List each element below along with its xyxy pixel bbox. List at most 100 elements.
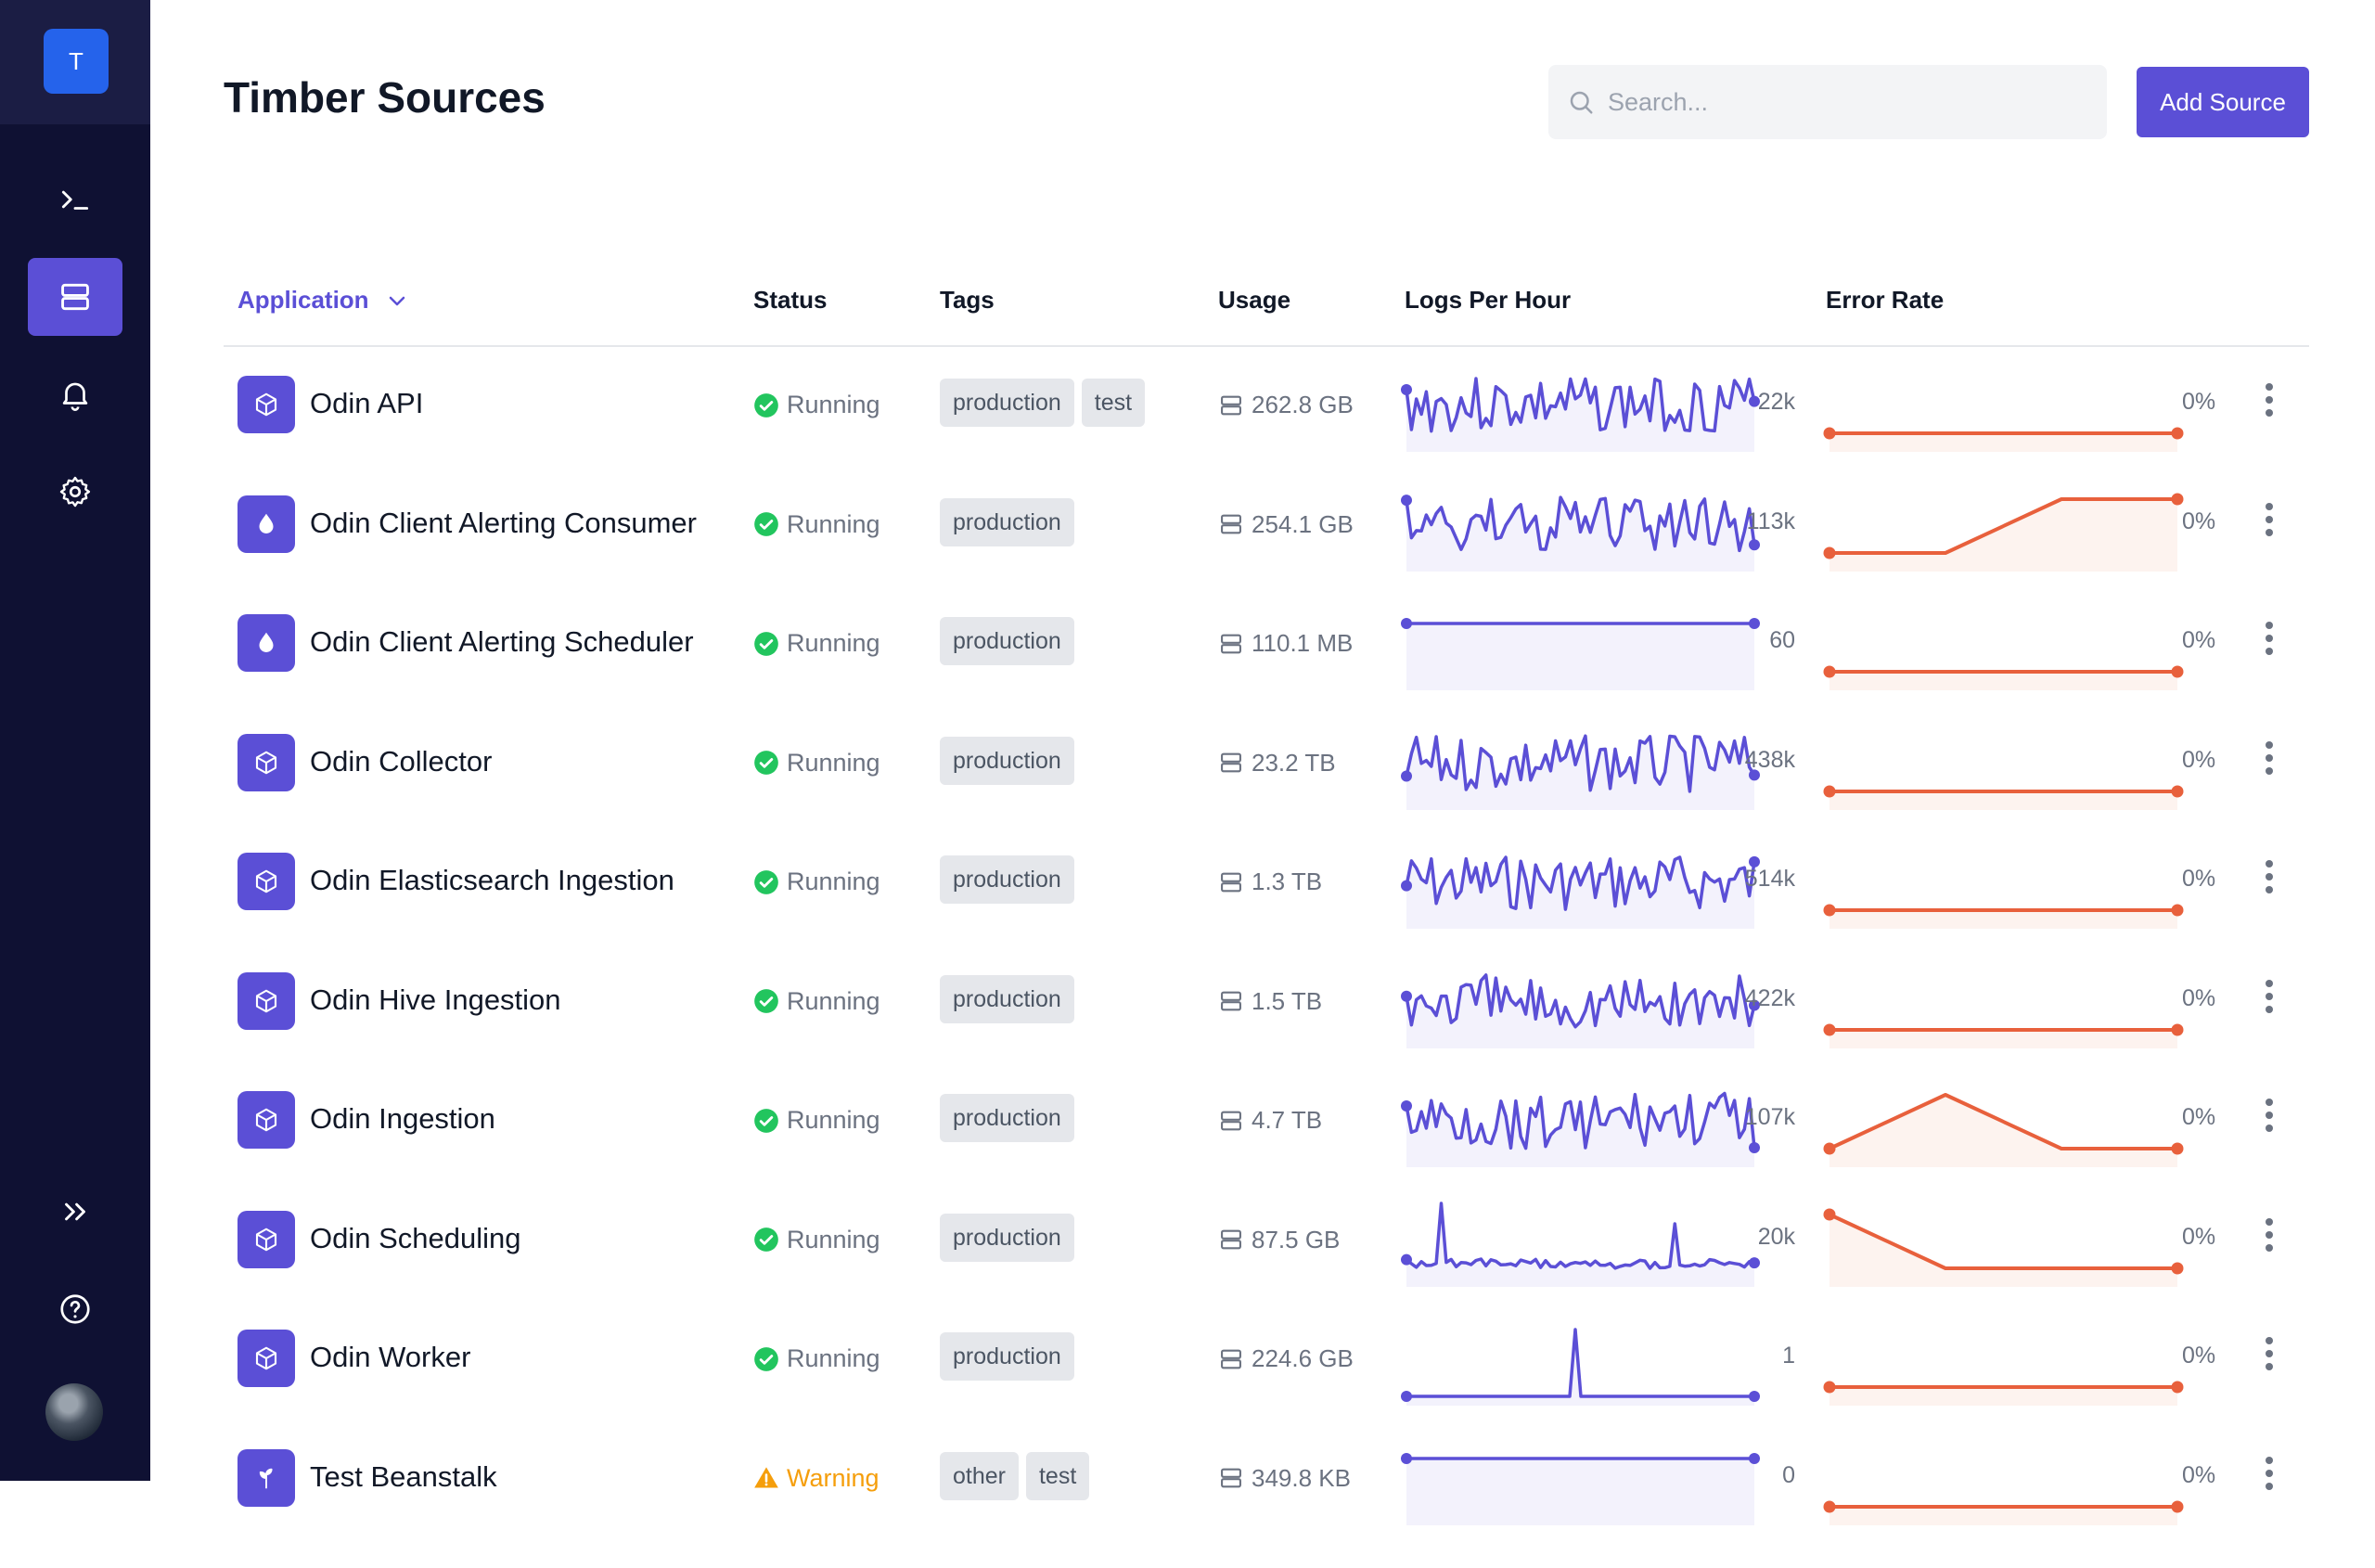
application-name[interactable]: Odin API — [310, 387, 423, 420]
error-rate-start-point — [1823, 1381, 1836, 1394]
server-icon — [61, 283, 89, 311]
application-name[interactable]: Odin Scheduling — [310, 1222, 521, 1255]
row-menu-button[interactable] — [2253, 492, 2286, 547]
application-name[interactable]: Odin Worker — [310, 1341, 470, 1374]
box-icon — [255, 989, 277, 1012]
status-indicator: Running — [753, 1344, 880, 1373]
usage-text: 224.6 GB — [1252, 1344, 1354, 1372]
kebab-dot — [2266, 1469, 2273, 1477]
usage-value: 262.8 GB — [1218, 391, 1354, 419]
kebab-dot — [2266, 1350, 2273, 1357]
row-menu-button[interactable] — [2253, 1326, 2286, 1382]
error-rate-chart — [1823, 493, 2184, 572]
check-circle-icon — [754, 512, 778, 536]
app-icon — [238, 1448, 295, 1507]
error-rate-end-point — [2171, 1500, 2184, 1512]
warning-icon — [754, 1467, 778, 1488]
table-row[interactable]: Test Beanstalk Warning other test 349.8 K… — [0, 1446, 2375, 1568]
usage-text: 110.1 MB — [1252, 629, 1354, 657]
storage-icon — [1221, 872, 1241, 892]
application-name[interactable]: Test Beanstalk — [310, 1460, 497, 1494]
search-input[interactable] — [1606, 86, 2092, 118]
application-name[interactable]: Odin Collector — [310, 745, 492, 778]
tag-badge[interactable]: production — [940, 379, 1074, 427]
tag-badge[interactable]: production — [940, 736, 1074, 785]
error-rate-end-point — [2171, 1262, 2184, 1274]
status-text: Running — [787, 1225, 880, 1253]
status-text: Running — [787, 1344, 880, 1372]
error-rate-chart — [1823, 1023, 2184, 1048]
app-icon — [238, 733, 295, 791]
status-indicator: Running — [753, 749, 880, 778]
application-name[interactable]: Odin Client Alerting Consumer — [310, 507, 697, 540]
usage-text: 4.7 TB — [1252, 1106, 1323, 1134]
sidebar-item-terminal[interactable] — [28, 161, 122, 238]
sparkline-start-point — [1401, 1452, 1412, 1464]
row-menu-button[interactable] — [2253, 730, 2286, 786]
tag-badge[interactable]: production — [940, 1332, 1074, 1381]
workspace-badge[interactable]: T — [44, 29, 109, 94]
error-rate-start-point — [1823, 1142, 1836, 1155]
tag-badge[interactable]: production — [940, 974, 1074, 1023]
usage-text: 87.5 GB — [1252, 1225, 1341, 1253]
tag-badge[interactable]: production — [940, 855, 1074, 904]
error-rate-value: 0% — [2182, 627, 2216, 653]
beanstalk-icon — [259, 1468, 273, 1488]
storage-icon — [1221, 514, 1241, 534]
usage-text: 254.1 GB — [1252, 509, 1354, 538]
status-text: Running — [787, 986, 880, 1015]
kebab-dot — [2266, 860, 2273, 868]
storage-icon — [1221, 1229, 1241, 1250]
usage-value: 4.7 TB — [1218, 1106, 1322, 1135]
sparkline-start-point — [1401, 880, 1412, 892]
tag-badge[interactable]: production — [940, 1094, 1074, 1142]
column-header-error-rate: Error Rate — [1826, 286, 1945, 314]
table-header-divider — [224, 345, 2309, 347]
status-text: Warning — [787, 1463, 879, 1492]
error-rate-end-point — [2171, 493, 2184, 505]
terminal-icon — [61, 190, 89, 210]
add-source-button[interactable]: Add Source — [2137, 67, 2309, 137]
status-text: Running — [787, 629, 880, 657]
tag-badge[interactable]: test — [1025, 1451, 1090, 1500]
row-menu-button[interactable] — [2253, 969, 2286, 1024]
row-menu-button[interactable] — [2253, 849, 2286, 905]
row-menu-button[interactable] — [2253, 1087, 2286, 1143]
tag-list: other test — [940, 1451, 1090, 1500]
row-menu-button[interactable] — [2253, 610, 2286, 666]
error-rate-value: 0% — [2182, 1343, 2216, 1369]
usage-text: 1.5 TB — [1252, 986, 1323, 1015]
logs-per-hour-value: 113k — [1746, 508, 1795, 534]
error-rate-value: 0% — [2182, 746, 2216, 773]
error-rate-end-point — [2171, 1142, 2184, 1155]
search-bar[interactable] — [1548, 65, 2107, 139]
tag-badge[interactable]: production — [940, 617, 1074, 665]
check-circle-icon — [754, 392, 778, 418]
application-name[interactable]: Odin Ingestion — [310, 1102, 495, 1136]
logs-per-hour-value: 422k — [1744, 984, 1795, 1011]
tag-badge[interactable]: other — [940, 1451, 1019, 1500]
application-name[interactable]: Odin Hive Ingestion — [310, 983, 561, 1017]
application-name[interactable]: Odin Elasticsearch Ingestion — [310, 864, 674, 897]
storage-icon — [1221, 1111, 1241, 1130]
sidebar-item-sources[interactable] — [28, 258, 122, 336]
column-header-status: Status — [753, 286, 828, 314]
status-text: Running — [787, 1106, 880, 1134]
tag-badge[interactable]: test — [1081, 379, 1146, 427]
kebab-dot — [2266, 1005, 2273, 1013]
application-name[interactable]: Odin Client Alerting Scheduler — [310, 625, 694, 659]
row-menu-button[interactable] — [2253, 1207, 2286, 1263]
column-header-application[interactable]: Application — [238, 286, 408, 315]
logs-per-hour-value: 438k — [1744, 746, 1795, 773]
usage-value: 87.5 GB — [1218, 1226, 1340, 1254]
error-rate-area — [1829, 498, 2177, 572]
tag-badge[interactable]: production — [940, 1213, 1074, 1262]
tag-badge[interactable]: production — [940, 497, 1074, 546]
kebab-dot — [2266, 1099, 2273, 1106]
tag-list: production — [940, 1213, 1074, 1262]
kebab-dot — [2266, 383, 2273, 391]
error-rate-start-point — [1823, 427, 1836, 440]
row-menu-button[interactable] — [2253, 372, 2286, 428]
chevron-down-icon — [389, 296, 404, 305]
row-menu-button[interactable] — [2253, 1446, 2286, 1501]
